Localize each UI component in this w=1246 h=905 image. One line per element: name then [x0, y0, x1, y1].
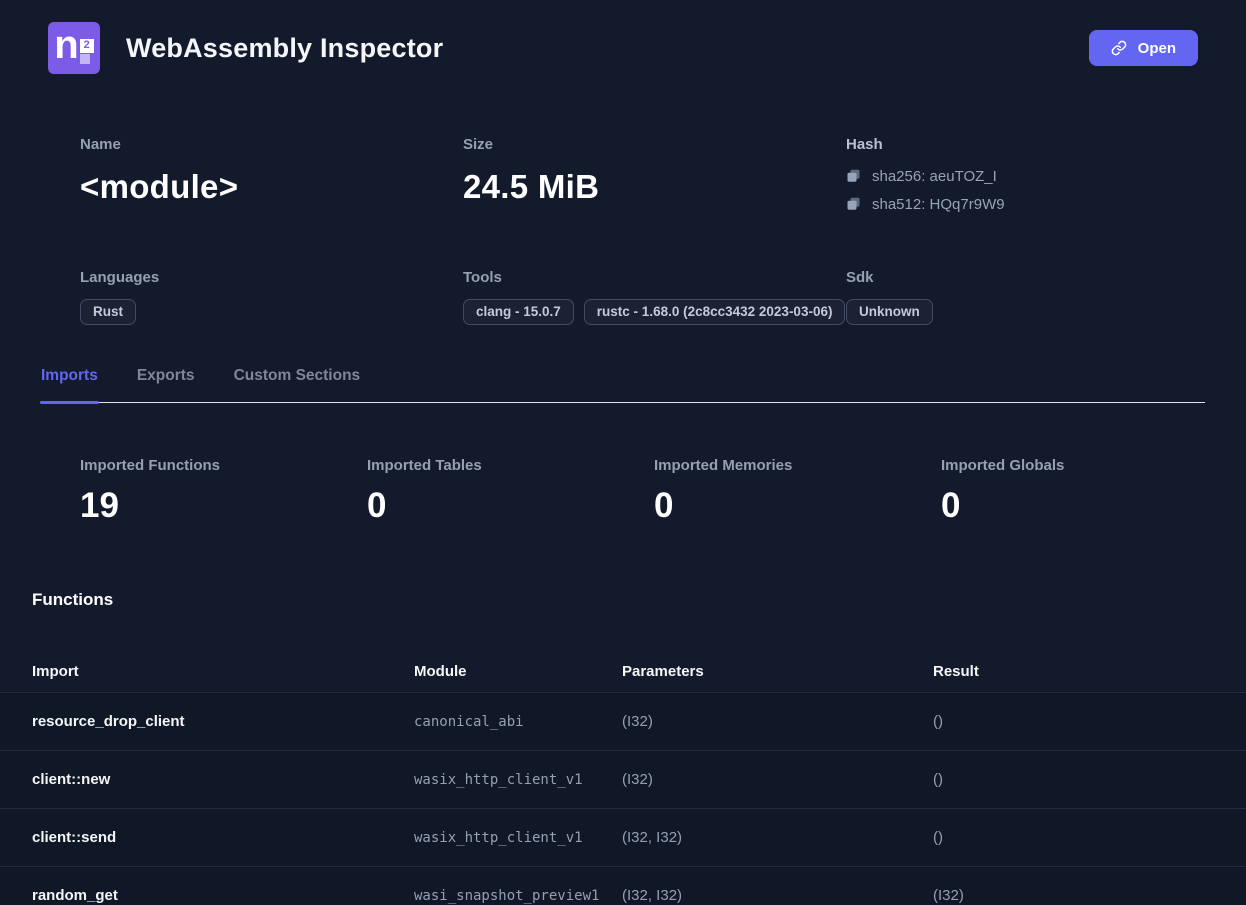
cell-import: client::new — [32, 771, 414, 788]
table-row: resource_drop_client canonical_abi (I32)… — [0, 692, 1246, 750]
hash-label: Hash — [846, 136, 1228, 153]
functions-table-body: resource_drop_client canonical_abi (I32)… — [0, 692, 1246, 905]
tools-label: Tools — [463, 269, 846, 286]
logo-n-glyph: n — [54, 25, 78, 65]
functions-table-header: Import Module Parameters Result — [0, 650, 1246, 692]
stat-label: Imported Tables — [367, 457, 654, 474]
page-title: WebAssembly Inspector — [126, 33, 443, 64]
sdk-badges: Unknown — [846, 299, 1228, 325]
cell-module: wasix_http_client_v1 — [414, 830, 622, 846]
cell-parameters: (I32, I32) — [622, 887, 933, 904]
cell-parameters: (I32, I32) — [622, 829, 933, 846]
stat-card: Imported Globals 0 — [941, 457, 1228, 526]
module-size-value: 24.5 MiB — [463, 168, 846, 206]
functions-heading: Functions — [32, 590, 1246, 610]
table-row: client::new wasix_http_client_v1 (I32) (… — [0, 750, 1246, 808]
languages-label: Languages — [80, 269, 463, 286]
name-section: Name <module> — [80, 136, 463, 213]
webassembly-inspector-page: n 2 WebAssembly Inspector Open Name <mod… — [0, 0, 1246, 905]
app-logo: n 2 — [48, 22, 100, 74]
hash-value: sha512: HQq7r9W9 — [872, 196, 1005, 213]
stat-value: 0 — [367, 486, 654, 526]
cell-parameters: (I32) — [622, 713, 933, 730]
cell-parameters: (I32) — [622, 771, 933, 788]
size-label: Size — [463, 136, 846, 153]
stat-label: Imported Globals — [941, 457, 1228, 474]
cell-import: random_get — [32, 887, 414, 904]
copy-icon[interactable] — [846, 197, 861, 212]
tab-imports[interactable]: Imports — [40, 367, 99, 402]
cell-module: wasi_snapshot_preview1 — [414, 888, 622, 904]
stat-card: Imported Functions 19 — [80, 457, 367, 526]
column-header-module: Module — [414, 663, 622, 680]
stat-card: Imported Tables 0 — [367, 457, 654, 526]
column-header-result: Result — [933, 663, 1246, 680]
languages-section: Languages Rust — [80, 269, 463, 325]
link-icon — [1111, 40, 1127, 56]
cell-import: client::send — [32, 829, 414, 846]
header: n 2 WebAssembly Inspector Open — [0, 0, 1246, 92]
tab-exports[interactable]: Exports — [136, 367, 196, 402]
tools-section: Tools clang - 15.0.7 rustc - 1.68.0 (2c8c… — [463, 269, 846, 325]
logo-light-square — [80, 54, 90, 64]
copy-icon[interactable] — [846, 169, 861, 184]
name-label: Name — [80, 136, 463, 153]
logo-superscript-2: 2 — [80, 39, 94, 53]
open-button[interactable]: Open — [1089, 30, 1198, 66]
table-row: random_get wasi_snapshot_preview1 (I32, … — [0, 866, 1246, 905]
stat-label: Imported Memories — [654, 457, 941, 474]
open-button-label: Open — [1138, 40, 1176, 57]
sdk-section: Sdk Unknown — [846, 269, 1228, 325]
cell-result: () — [933, 829, 1246, 846]
module-info-grid: Name <module> Size 24.5 MiB Hash sha256:… — [80, 136, 1228, 213]
tools-badges: clang - 15.0.7 rustc - 1.68.0 (2c8cc3432 … — [463, 299, 846, 325]
cell-result: () — [933, 713, 1246, 730]
cell-result: () — [933, 771, 1246, 788]
hash-value: sha256: aeuTOZ_I — [872, 168, 997, 185]
functions-table: Import Module Parameters Result resource… — [0, 650, 1246, 905]
cell-module: wasix_http_client_v1 — [414, 772, 622, 788]
stat-card: Imported Memories 0 — [654, 457, 941, 526]
column-header-import: Import — [32, 663, 414, 680]
hash-section: Hash sha256: aeuTOZ_I sha512: HQq7r9W9 — [846, 136, 1228, 213]
column-header-parameters: Parameters — [622, 663, 933, 680]
size-section: Size 24.5 MiB — [463, 136, 846, 213]
hash-list: sha256: aeuTOZ_I sha512: HQq7r9W9 — [846, 168, 1228, 213]
stat-label: Imported Functions — [80, 457, 367, 474]
badge: clang - 15.0.7 — [463, 299, 574, 325]
sdk-label: Sdk — [846, 269, 1228, 286]
hash-item[interactable]: sha256: aeuTOZ_I — [846, 168, 1228, 185]
logo-stack: 2 — [80, 39, 94, 64]
tab-custom-sections[interactable]: Custom Sections — [233, 367, 362, 402]
stat-value: 19 — [80, 486, 367, 526]
stat-value: 0 — [941, 486, 1228, 526]
badge: rustc - 1.68.0 (2c8cc3432 2023-03-06) — [584, 299, 846, 325]
stat-value: 0 — [654, 486, 941, 526]
tab-bar: Imports Exports Custom Sections — [40, 367, 1205, 403]
module-meta-grid: Languages Rust Tools clang - 15.0.7 rustc… — [80, 269, 1228, 325]
badge: Unknown — [846, 299, 933, 325]
cell-import: resource_drop_client — [32, 713, 414, 730]
badge: Rust — [80, 299, 136, 325]
module-name-value: <module> — [80, 168, 463, 206]
imports-stats: Imported Functions 19 Imported Tables 0 … — [80, 457, 1246, 526]
languages-badges: Rust — [80, 299, 463, 325]
cell-result: (I32) — [933, 887, 1246, 904]
hash-item[interactable]: sha512: HQq7r9W9 — [846, 196, 1228, 213]
cell-module: canonical_abi — [414, 714, 622, 730]
table-row: client::send wasix_http_client_v1 (I32, … — [0, 808, 1246, 866]
